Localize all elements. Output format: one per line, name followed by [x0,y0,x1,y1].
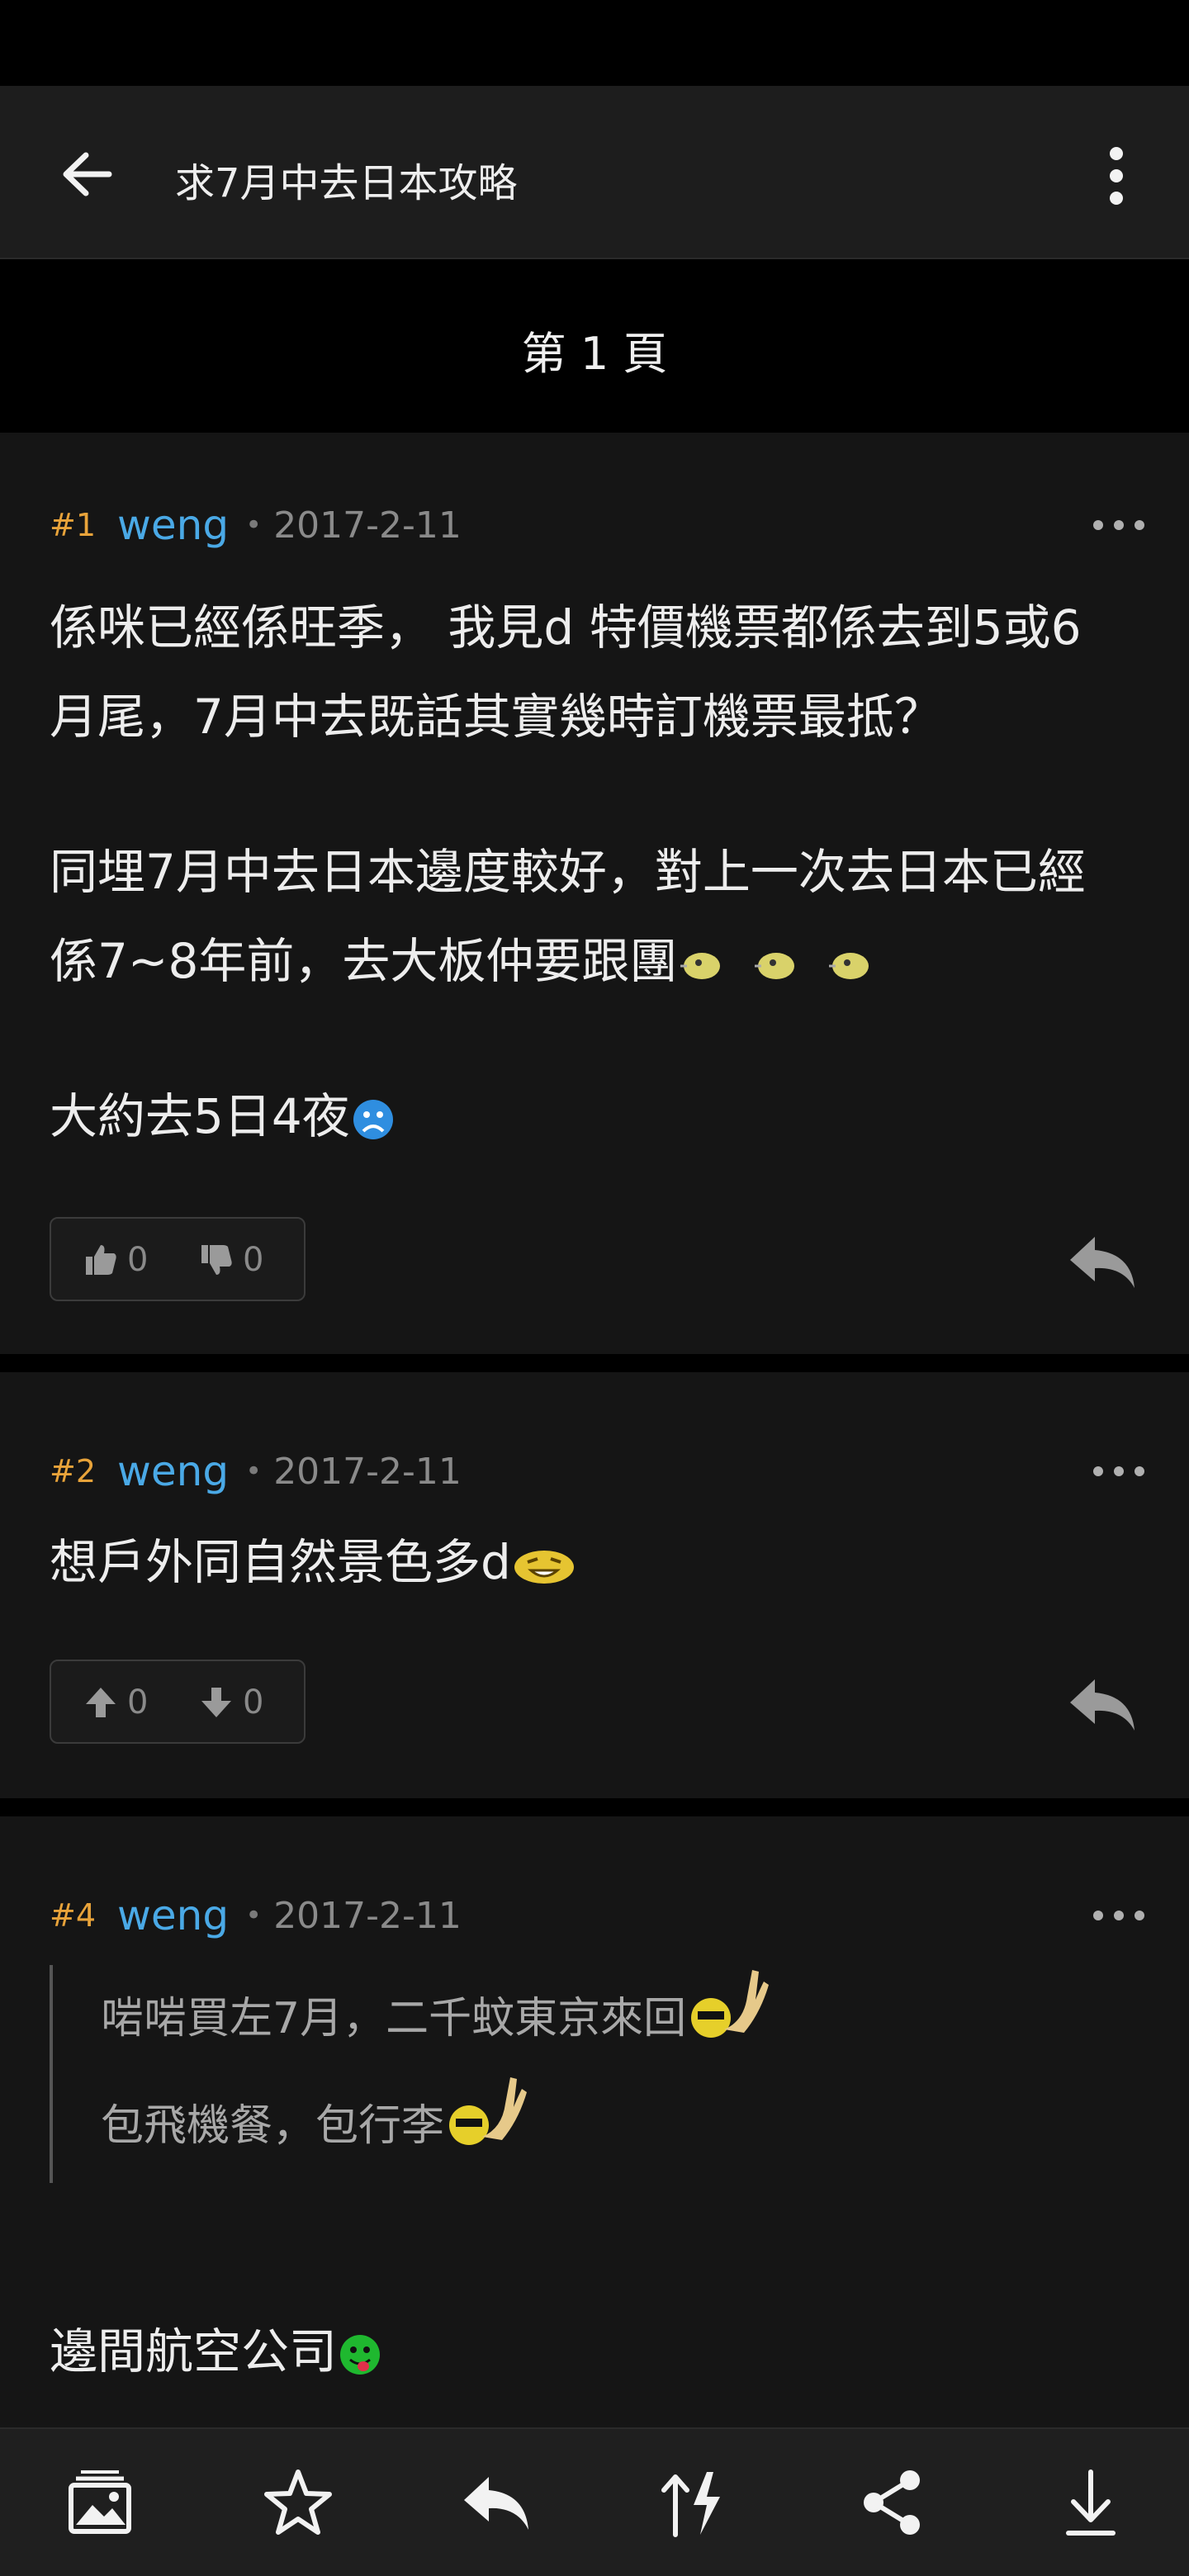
sad-face-emoji-icon [353,1099,393,1139]
like-button[interactable]: 0 [84,1219,148,1301]
vote-box: 0 0 [50,1660,306,1744]
post-date: 2017-2-11 [273,1450,462,1493]
tongue-face-emoji-icon [340,2334,381,2375]
post-paragraph: 邊間航空公司 [50,2307,1123,2396]
post-meta: #4 weng • 2017-2-11 [50,1891,462,1940]
quote-line: 啱啱買左7月，二千蚊東京來回 [101,1965,770,2072]
post-content: 係咪已經係旺季， 我見d 特價機票都係去到5或6月尾，7月中去既話其實幾時訂機票… [50,583,1123,1161]
meta-separator: • [245,509,263,542]
status-bar [0,0,1189,86]
post-paragraph: 大約去5日4夜 [50,1072,1123,1161]
vote-box: 0 0 [50,1217,306,1301]
post-paragraph: 想戶外同自然景色多d [50,1518,1123,1607]
app-bar: 求7月中去日本攻略 [0,86,1189,259]
post-text: 大約去5日4夜 [50,1088,350,1144]
bottom-action-bar [0,2427,1189,2576]
meta-separator: • [245,1899,263,1932]
post-date: 2017-2-11 [273,1894,462,1937]
star-icon[interactable] [261,2465,335,2540]
more-horizontal-icon[interactable] [1090,1459,1148,1484]
post-text: 想戶外同自然景色多d [50,1534,511,1590]
quote-line: 包飛機餐，包行李 [101,2072,769,2180]
post-card: #1 weng • 2017-2-11 係咪已經係旺季， 我見d 特價機票都係去… [0,433,1189,1354]
username-link[interactable]: weng [117,1447,229,1495]
more-horizontal-icon[interactable] [1090,1903,1148,1928]
arrow-down-icon [201,1688,231,1717]
post-paragraph: 同埋7月中去日本邊度較好，對上一次去日本已經係7~8年前，去大板仲要跟團 [50,827,1123,1006]
downvote-button[interactable]: 0 [200,1661,263,1744]
post-paragraph: 係咪已經係旺季， 我見d 特價機票都係去到5或6月尾，7月中去既話其實幾時訂機票… [50,599,1082,745]
post-meta: #2 weng • 2017-2-11 [50,1447,462,1496]
post-card: #4 weng • 2017-2-11 啱啱買左7月，二千蚊東京來回 包飛機餐，… [0,1816,1189,2427]
sort-arrows-icon[interactable] [657,2465,732,2540]
back-arrow-icon[interactable] [58,145,116,203]
more-horizontal-icon[interactable] [1090,513,1148,537]
scroll-to-bottom-icon[interactable] [1054,2465,1128,2540]
thumbs-down-icon [201,1245,232,1275]
quote-text: 包飛機餐，包行李 [101,2101,445,2151]
image-gallery-icon[interactable] [63,2465,137,2540]
post-number: #2 [50,1453,97,1489]
post-content: 邊間航空公司 [50,2307,1123,2396]
dislike-count: 0 [243,1241,264,1279]
post-content: 想戶外同自然景色多d [50,1518,1123,1607]
post-number: #1 [50,507,97,543]
share-icon[interactable] [855,2465,930,2540]
reply-icon[interactable] [1065,1229,1139,1295]
reply-icon[interactable] [1065,1671,1139,1737]
meta-separator: • [245,1455,263,1488]
page-indicator: 第 1 頁 [521,328,668,380]
username-link[interactable]: weng [117,1892,229,1939]
thumbs-up-icon [86,1245,116,1275]
post-text: 同埋7月中去日本邊度較好，對上一次去日本已經係7~8年前，去大板仲要跟團 [50,844,1086,989]
reply-icon[interactable] [459,2465,533,2540]
like-count: 0 [127,1241,149,1279]
chick-emoji-icon [680,952,869,979]
upvote-count: 0 [127,1683,149,1721]
post-number: #4 [50,1897,97,1934]
laughing-face-emoji-icon [514,1550,574,1584]
rock-hand-emoji-icon [691,1970,770,2038]
post-card: #2 weng • 2017-2-11 想戶外同自然景色多d 0 0 [0,1372,1189,1798]
quoted-reply: 啱啱買左7月，二千蚊東京來回 包飛機餐，包行李 [50,1965,770,2183]
more-vertical-icon[interactable] [1092,139,1141,213]
quote-text: 啱啱買左7月，二千蚊東京來回 [101,1994,687,2043]
post-meta: #1 weng • 2017-2-11 [50,500,462,550]
post-date: 2017-2-11 [273,504,462,547]
thread-title: 求7月中去日本攻略 [175,160,518,206]
downvote-count: 0 [243,1683,264,1721]
username-link[interactable]: weng [117,501,229,549]
upvote-button[interactable]: 0 [84,1661,148,1744]
page-indicator-bar: 第 1 頁 [0,259,1189,433]
dislike-button[interactable]: 0 [200,1219,263,1301]
rock-hand-emoji-icon [449,2077,528,2145]
post-text: 邊間航空公司 [50,2323,338,2379]
arrow-up-icon [86,1688,116,1717]
